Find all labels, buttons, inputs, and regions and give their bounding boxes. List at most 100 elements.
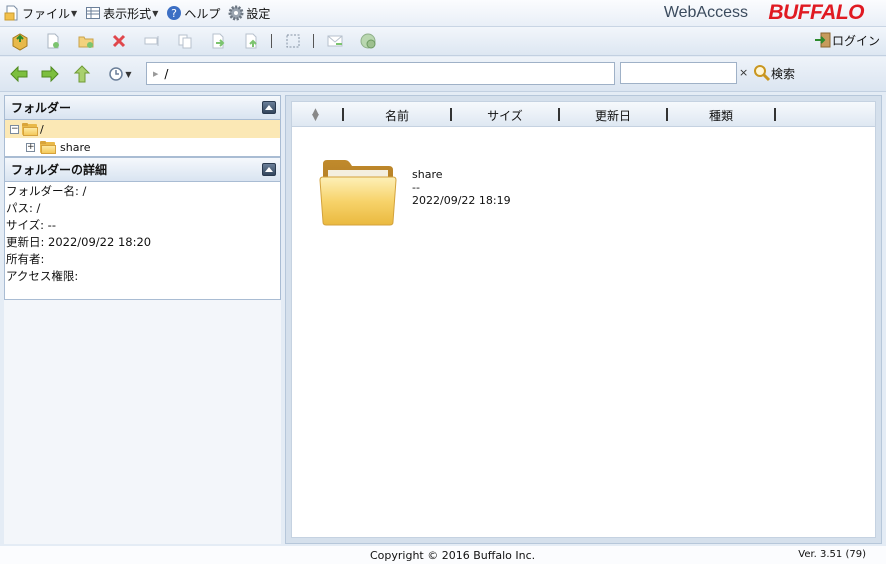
tree-node-share[interactable]: + share xyxy=(5,138,280,156)
expand-node-icon[interactable]: + xyxy=(26,142,35,152)
chevron-down-icon: ▼ xyxy=(152,8,159,18)
folder-panel-header: フォルダー xyxy=(4,95,281,120)
left-column: フォルダー − / + share フォルダーの詳細 フォルダー名: / パス:… xyxy=(4,95,281,544)
history-button[interactable]: ▼ xyxy=(106,64,134,84)
up-button[interactable] xyxy=(71,64,93,84)
folder-icon xyxy=(22,122,38,136)
list-view-icon xyxy=(85,5,101,21)
rename-button[interactable] xyxy=(141,30,163,52)
chevron-down-icon: ▼ xyxy=(125,69,132,79)
select-all-button[interactable] xyxy=(282,30,304,52)
forward-button[interactable] xyxy=(39,64,61,84)
menu-file-label: ファイル xyxy=(22,6,71,21)
move-button[interactable] xyxy=(207,30,229,52)
menu-view-label: 表示形式 xyxy=(103,6,152,21)
download-button[interactable] xyxy=(240,30,262,52)
rename-icon xyxy=(144,36,159,46)
details-panel: フォルダー名: / パス: / サイズ: -- 更新日: 2022/09/22 … xyxy=(4,182,281,300)
login-button[interactable]: ログイン xyxy=(814,31,880,49)
path-input[interactable] xyxy=(164,66,605,81)
new-file-icon xyxy=(47,33,59,49)
copy-icon xyxy=(178,34,192,49)
file-list: ▲ ▼ 名前 サイズ 更新日 種類 share -- 2022/09/22 18… xyxy=(291,101,876,538)
buffalo-logo: BUFFALO xyxy=(768,1,864,24)
version: Ver. 3.51 (79) xyxy=(798,549,866,560)
details-panel-title: フォルダーの詳細 xyxy=(11,163,108,177)
file-modified: 2022/09/22 18:19 xyxy=(412,194,511,207)
clock-icon xyxy=(109,67,124,81)
copy-button[interactable] xyxy=(174,30,196,52)
column-modified[interactable]: 更新日 xyxy=(560,107,666,124)
help-icon: ? xyxy=(166,5,182,21)
select-all-icon xyxy=(286,34,300,48)
detail-modified: 更新日: 2022/09/22 18:20 xyxy=(6,235,152,249)
column-type[interactable]: 種類 xyxy=(668,107,774,124)
globe-icon xyxy=(360,33,376,49)
column-name[interactable]: 名前 xyxy=(344,107,450,124)
box-upload-icon xyxy=(12,33,28,51)
menu-settings[interactable]: 設定 xyxy=(228,5,270,22)
footer: Copyright © 2016 Buffalo Inc. Ver. 3.51 … xyxy=(0,546,886,564)
file-name: share xyxy=(412,168,443,181)
upload-button[interactable] xyxy=(9,30,31,52)
search-icon xyxy=(754,65,771,82)
arrow-left-icon xyxy=(10,65,28,83)
menu-view[interactable]: 表示形式 ▼ xyxy=(85,5,158,22)
column-size[interactable]: サイズ xyxy=(452,107,558,124)
file-icon xyxy=(4,5,20,21)
sort-icon[interactable]: ▲ ▼ xyxy=(312,108,319,123)
file-list-panel: ▲ ▼ 名前 サイズ 更新日 種類 share -- 2022/09/22 18… xyxy=(285,95,882,544)
menu-help-label: ヘルプ xyxy=(184,6,221,21)
arrow-right-icon xyxy=(41,65,59,83)
new-folder-button[interactable] xyxy=(75,30,97,52)
menu-file[interactable]: ファイル ▼ xyxy=(4,5,77,22)
arrow-up-icon xyxy=(73,65,91,83)
file-size: -- xyxy=(412,181,420,194)
tree-node-label: / xyxy=(40,122,44,136)
new-file-button[interactable] xyxy=(42,30,64,52)
file-info: share -- 2022/09/22 18:19 xyxy=(412,168,511,207)
clear-search-button[interactable]: × xyxy=(739,66,748,79)
new-folder-icon xyxy=(78,36,94,48)
back-button[interactable] xyxy=(8,64,30,84)
file-item-share[interactable]: share -- 2022/09/22 18:19 xyxy=(319,158,599,238)
search-input[interactable] xyxy=(620,62,737,84)
detail-size: サイズ: -- xyxy=(6,218,56,232)
search-label: 検索 xyxy=(771,66,796,81)
menu-help[interactable]: ? ヘルプ xyxy=(166,5,220,22)
svg-text:?: ? xyxy=(171,7,177,20)
delete-button[interactable] xyxy=(108,30,130,52)
tree-node-label: share xyxy=(60,140,91,154)
search-button[interactable]: 検索 xyxy=(753,64,795,82)
collapse-details-panel-button[interactable] xyxy=(262,163,276,176)
login-icon xyxy=(814,32,831,48)
chevron-down-icon: ▼ xyxy=(71,8,78,18)
details-panel-header: フォルダーの詳細 xyxy=(4,157,281,182)
tree-node-root[interactable]: − / xyxy=(5,120,280,138)
menu-settings-label: 設定 xyxy=(246,6,271,21)
detail-path: パス: / xyxy=(6,201,41,215)
share-link-button[interactable] xyxy=(357,30,379,52)
toolbar: ログイン xyxy=(0,27,886,56)
column-divider[interactable] xyxy=(774,108,776,121)
toolbar-divider xyxy=(313,34,314,48)
path-arrow-icon: ▶ xyxy=(153,69,159,78)
nav-bar: ▼ ▶ × 検索 xyxy=(0,57,886,92)
detail-folder-name: フォルダー名: / xyxy=(6,184,87,198)
folder-panel-title: フォルダー xyxy=(11,101,72,115)
mail-icon xyxy=(327,35,343,47)
folder-tree: − / + share xyxy=(4,120,281,157)
delete-icon xyxy=(112,34,126,48)
folder-icon xyxy=(40,140,56,154)
login-label: ログイン xyxy=(831,33,880,48)
collapse-folder-panel-button[interactable] xyxy=(262,101,276,114)
app-name: WebAccess xyxy=(663,4,748,21)
collapse-node-icon[interactable]: − xyxy=(10,124,19,134)
detail-permissions: アクセス権限: xyxy=(6,269,79,283)
menu-bar: ファイル ▼ 表示形式 ▼ ? ヘルプ 設定 WebAccess BUFFALO xyxy=(0,0,886,27)
folder-icon xyxy=(319,160,397,226)
gear-icon xyxy=(228,5,244,21)
send-mail-button[interactable] xyxy=(324,30,346,52)
toolbar-divider xyxy=(271,34,272,48)
path-bar[interactable]: ▶ xyxy=(146,62,615,85)
